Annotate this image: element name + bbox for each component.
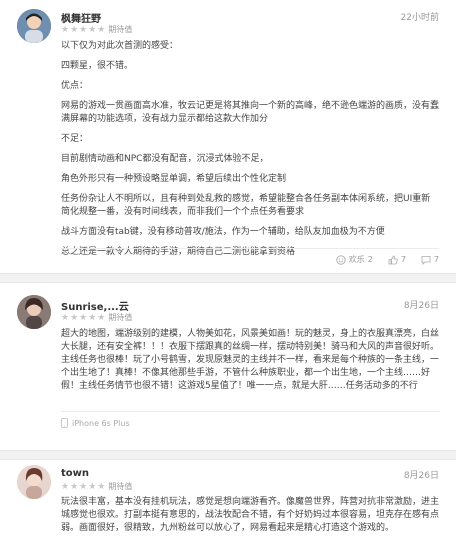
section-separator <box>0 450 456 460</box>
thumbs-up-button[interactable]: 7 <box>388 254 406 265</box>
comment-icon <box>421 255 431 265</box>
review-paragraph: 战斗方面没有tab键，没有移动普攻/施法，作为一个辅助，给队友加血极为不方便 <box>61 227 385 237</box>
thumbs-up-icon <box>388 255 398 264</box>
rating-tag: 期待值 <box>108 482 133 491</box>
fun-button[interactable]: 欢乐 2 <box>336 254 373 265</box>
phone-icon <box>61 418 68 428</box>
rating-stars: ★★★★★ 期待值 <box>61 24 132 35</box>
star-icons: ★★★★★ <box>61 25 107 35</box>
review-paragraph: 玩法很丰富，基本没有挂机玩法，感觉是想向端游看齐。像魔兽世界，阵营对抗非常激励，… <box>61 497 440 533</box>
rating-tag: 期待值 <box>108 313 133 322</box>
smile-icon <box>336 254 346 265</box>
username[interactable]: 枫舞狂野 <box>61 10 101 25</box>
rating-stars: ★★★★★ 期待值 <box>61 312 132 323</box>
fun-count: 2 <box>367 255 373 264</box>
post-time: 22小时前 <box>400 13 439 23</box>
rating-stars: ★★★★★ 期待值 <box>61 481 132 492</box>
review-paragraph: 网易的游戏一贯画面高水准，牧云记更是将其推向一个新的高峰，绝不逊色端游的画质，没… <box>61 101 440 124</box>
review-text: 以下仅为对此次首测的感受： 四颗星，很不错。 优点： 网易的游戏一贯画面高水准，… <box>61 40 439 266</box>
review-paragraph: 不足： <box>61 134 89 144</box>
reply-count: 7 <box>433 255 439 264</box>
post-time: 8月26日 <box>403 471 439 481</box>
post-time: 8月26日 <box>403 301 439 311</box>
device-name: iPhone 6s Plus <box>72 418 130 428</box>
review-paragraph: 以下仅为对此次首测的感受： <box>61 41 179 51</box>
avatar[interactable] <box>17 295 51 329</box>
star-icons: ★★★★★ <box>61 313 107 323</box>
reply-button[interactable]: 7 <box>421 254 439 265</box>
username[interactable]: town <box>61 468 89 479</box>
avatar[interactable] <box>17 465 51 499</box>
review-card: town ★★★★★ 期待值 8月26日 玩法很丰富，基本没有挂机玩法，感觉是想向… <box>0 461 456 550</box>
section-separator <box>0 273 456 283</box>
review-text: 玩法很丰富，基本没有挂机玩法，感觉是想向端游看齐。像魔兽世界，阵营对抗非常激励，… <box>61 496 439 542</box>
device-info: iPhone 6s Plus <box>61 418 130 428</box>
star-icons: ★★★★★ <box>61 482 107 492</box>
divider <box>61 248 439 249</box>
review-paragraph: 目前剧情动画和NPC都没有配音，沉浸式体验不足， <box>61 154 269 164</box>
fun-label: 欢乐 <box>348 255 365 264</box>
divider <box>61 411 439 412</box>
review-paragraph: 角色外形只有一种预设略显单调，希望后续出个性化定制 <box>61 174 287 184</box>
review-paragraph: 四颗星，很不错。 <box>61 61 134 71</box>
review-paragraph: 任务份杂让人不明所以，且有种到处乱救的感觉，希望能整合各任务副本体闲系统，把UI… <box>61 194 431 217</box>
review-text: 超大的地图，端游级别的建模，人物美如花，风景美如画！玩的魅灵，身上的衣服真漂亮，… <box>61 328 439 400</box>
thumbs-up-count: 7 <box>400 255 406 264</box>
avatar[interactable] <box>17 9 51 43</box>
review-actions: 欢乐 2 7 7 <box>336 254 439 265</box>
rating-tag: 期待值 <box>108 25 133 34</box>
username[interactable]: Sunrise,...云 <box>61 298 129 313</box>
review-card: Sunrise,...云 ★★★★★ 期待值 8月26日 超大的地图，端游级别的建… <box>0 284 456 444</box>
review-paragraph: 优点： <box>61 81 89 91</box>
review-card: 枫舞狂野 ★★★★★ 期待值 22小时前 以下仅为对此次首测的感受： 四颗星，很不… <box>0 0 456 268</box>
review-paragraph: 超大的地图，端游级别的建模，人物美如花，风景美如画！玩的魅灵，身上的衣服真漂亮，… <box>61 329 440 391</box>
